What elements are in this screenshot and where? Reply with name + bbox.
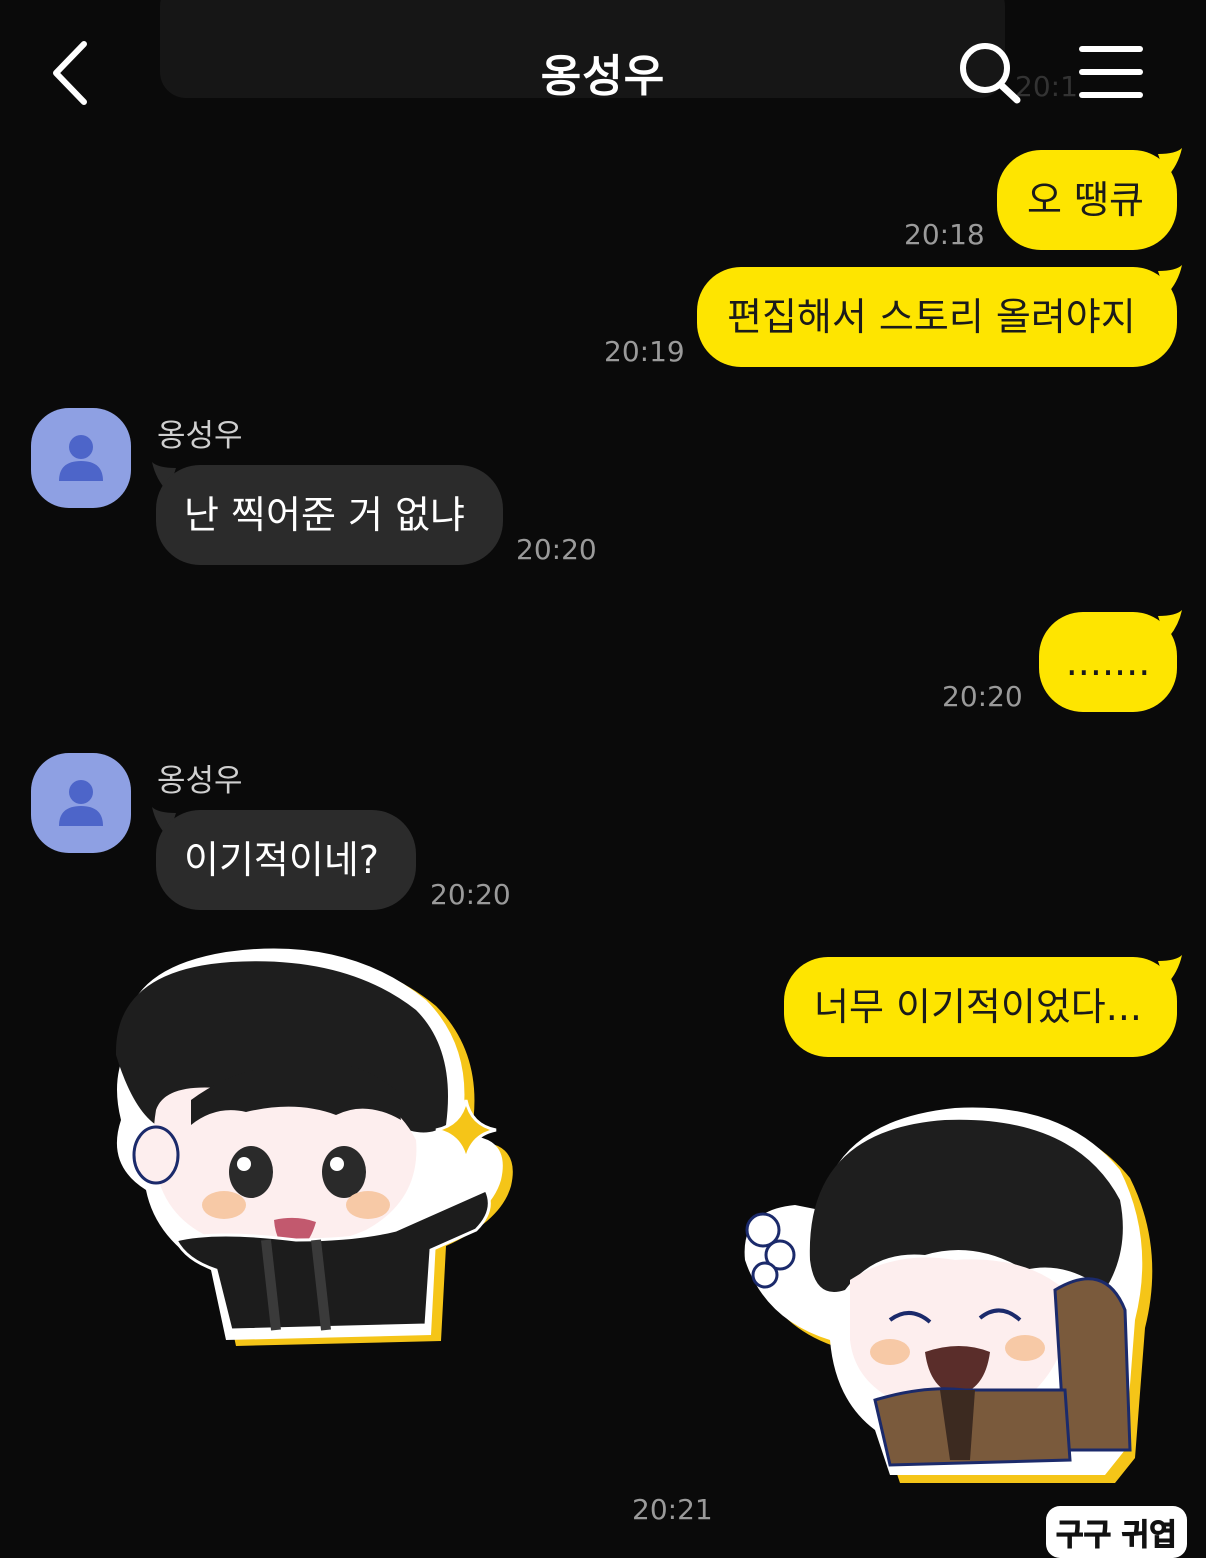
menu-button[interactable] xyxy=(1078,44,1144,100)
hamburger-menu-icon xyxy=(1079,46,1143,98)
my-message-bubble[interactable]: 너무 이기적이었다... xyxy=(784,957,1177,1057)
message-text: 난 찍어준 거 없냐 xyxy=(184,493,465,537)
bubble-tail xyxy=(1158,148,1182,178)
my-message-bubble[interactable]: ....... xyxy=(1039,612,1177,712)
message-text: 편집해서 스토리 올려야지 xyxy=(727,295,1136,339)
their-message-bubble[interactable]: 난 찍어준 거 없냐 xyxy=(156,465,503,565)
avatar[interactable] xyxy=(31,408,131,508)
message-time: 20:18 xyxy=(904,218,985,251)
message-text: 이기적이네? xyxy=(184,838,379,882)
sender-name: 옹성우 xyxy=(157,418,243,454)
bubble-tail xyxy=(1158,265,1182,295)
message-time: 20:20 xyxy=(942,680,1023,713)
search-button[interactable] xyxy=(955,40,1025,106)
message-text: ....... xyxy=(1065,640,1151,684)
message-time: 20:20 xyxy=(516,533,597,566)
character-sticker-laughing[interactable] xyxy=(725,1090,1185,1550)
bubble-tail xyxy=(1158,610,1182,640)
character-sticker-pointing[interactable] xyxy=(96,940,516,1350)
bubble-tail xyxy=(1158,955,1182,985)
message-time: 20:20 xyxy=(430,878,511,911)
sticker-signature: 구구 귀엽 xyxy=(1046,1506,1187,1558)
message-text: 너무 이기적이었다... xyxy=(814,985,1142,1029)
my-message-bubble[interactable]: 오 땡큐 xyxy=(997,150,1177,250)
default-profile-icon xyxy=(59,435,103,481)
my-message-bubble[interactable]: 편집해서 스토리 올려야지 xyxy=(697,267,1177,367)
default-profile-icon xyxy=(59,780,103,826)
their-message-bubble[interactable]: 이기적이네? xyxy=(156,810,416,910)
message-time: 20:19 xyxy=(604,335,685,368)
search-icon xyxy=(960,43,1021,104)
avatar[interactable] xyxy=(31,753,131,853)
sticker-time: 20:21 xyxy=(632,1493,713,1526)
sender-name: 옹성우 xyxy=(157,763,243,799)
message-text: 오 땡큐 xyxy=(1027,178,1144,222)
chat-title: 옹성우 xyxy=(540,51,666,102)
